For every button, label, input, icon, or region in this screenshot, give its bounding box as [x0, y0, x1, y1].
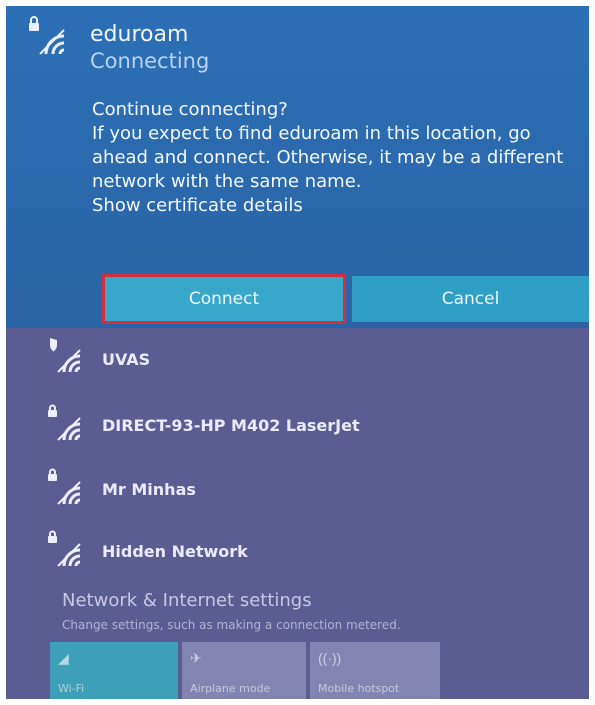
- active-network-card: eduroam Connecting Continue connecting? …: [6, 6, 589, 328]
- wifi-secured-icon: [48, 530, 81, 567]
- network-name: Hidden Network: [102, 542, 248, 561]
- network-flyout: eduroam Connecting Continue connecting? …: [6, 6, 589, 699]
- hotspot-icon: ((·)): [318, 650, 342, 666]
- active-network-status: Connecting: [90, 49, 210, 73]
- active-network-ssid: eduroam: [90, 22, 189, 47]
- connect-button-highlight: [102, 274, 346, 324]
- network-item-direct-93-hp[interactable]: DIRECT-93-HP M402 LaserJet: [6, 398, 589, 454]
- wifi-secured-icon: [48, 404, 81, 441]
- wifi-shield-icon: [50, 338, 81, 373]
- network-settings-link[interactable]: Network & Internet settings: [62, 590, 312, 611]
- network-item-uvas[interactable]: UVAS: [6, 332, 589, 388]
- tile-label: Airplane mode: [190, 682, 271, 695]
- wifi-secured-icon: [29, 16, 65, 55]
- wifi-toggle-tile[interactable]: ◢ Wi-Fi: [50, 642, 178, 699]
- tile-label: Mobile hotspot: [318, 682, 400, 695]
- wifi-icon: ◢: [58, 650, 69, 666]
- network-settings-description: Change settings, such as making a connec…: [62, 618, 401, 632]
- network-name: Mr Minhas: [102, 480, 196, 499]
- tile-label: Wi-Fi: [58, 682, 85, 695]
- connection-prompt: Continue connecting? If you expect to fi…: [92, 98, 584, 218]
- airplane-icon: ✈: [190, 650, 202, 666]
- network-item-mr-minhas[interactable]: Mr Minhas: [6, 462, 589, 518]
- prompt-body: If you expect to find eduroam in this lo…: [92, 123, 564, 192]
- network-item-hidden-network[interactable]: Hidden Network: [6, 524, 589, 580]
- cancel-button[interactable]: Cancel: [352, 276, 589, 322]
- cancel-button-label: Cancel: [441, 289, 500, 309]
- network-name: DIRECT-93-HP M402 LaserJet: [102, 416, 360, 435]
- network-name: UVAS: [102, 350, 151, 369]
- wifi-secured-icon: [48, 468, 81, 505]
- show-certificate-link[interactable]: Show certificate details: [92, 194, 584, 218]
- airplane-mode-tile[interactable]: ✈ Airplane mode: [182, 642, 306, 699]
- prompt-title: Continue connecting?: [92, 99, 288, 120]
- mobile-hotspot-tile[interactable]: ((·)) Mobile hotspot: [310, 642, 440, 699]
